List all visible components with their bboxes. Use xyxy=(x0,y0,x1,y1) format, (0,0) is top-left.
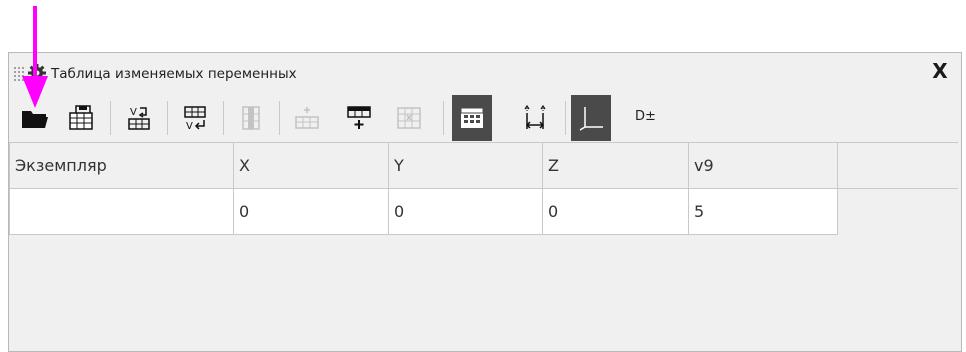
panel-title-bar[interactable]: Таблица изменяемых переменных X xyxy=(9,53,961,95)
open-folder-icon xyxy=(22,111,48,128)
gear-icon xyxy=(28,64,46,82)
open-file-button[interactable] xyxy=(15,95,55,141)
header-cell-v9[interactable]: v9 xyxy=(688,142,838,189)
delete-row-icon xyxy=(397,107,421,129)
add-row-icon xyxy=(295,107,319,129)
variables-table-area: Экземпляр X Y Z v9 0 0 0 5 xyxy=(9,142,961,351)
dimension-button[interactable] xyxy=(515,95,555,141)
variables-table-panel: Таблица изменяемых переменных X V V D± Э… xyxy=(8,52,962,352)
columns-button[interactable] xyxy=(231,95,271,141)
insert-row-button[interactable] xyxy=(339,95,379,141)
add-row-button[interactable] xyxy=(287,95,327,141)
insert-row-icon xyxy=(347,106,371,129)
table-view-icon xyxy=(460,107,484,128)
delete-row-button[interactable] xyxy=(389,95,429,141)
svg-text:V: V xyxy=(130,107,137,118)
import-variables-icon: V xyxy=(128,107,150,130)
save-table-icon xyxy=(69,105,93,130)
header-cell-y[interactable]: Y xyxy=(388,142,543,189)
drag-grip-icon[interactable] xyxy=(13,66,25,82)
svg-text:V: V xyxy=(186,121,193,131)
save-table-button[interactable] xyxy=(61,95,101,141)
cell-y[interactable]: 0 xyxy=(388,188,543,235)
header-cell-x[interactable]: X xyxy=(233,142,389,189)
import-variables-button[interactable]: V xyxy=(119,95,159,141)
close-button[interactable]: X xyxy=(929,60,951,82)
table-header-row: Экземпляр X Y Z v9 xyxy=(9,142,958,189)
cell-instance[interactable] xyxy=(9,188,234,235)
cell-z[interactable]: 0 xyxy=(542,188,689,235)
panel-title: Таблица изменяемых переменных xyxy=(51,66,297,82)
dimension-icon xyxy=(524,105,546,129)
axes-toggle[interactable] xyxy=(571,95,611,141)
row-filler xyxy=(837,188,958,235)
table-view-toggle[interactable] xyxy=(452,95,492,141)
header-cell-z[interactable]: Z xyxy=(542,142,689,189)
cell-x[interactable]: 0 xyxy=(233,188,389,235)
header-cell-instance[interactable]: Экземпляр xyxy=(9,142,234,189)
export-variables-icon: V xyxy=(184,106,206,131)
table-row: 0 0 0 5 xyxy=(9,188,958,235)
axes-icon xyxy=(579,107,603,131)
tolerance-button[interactable]: D± xyxy=(635,109,656,124)
header-filler xyxy=(837,142,958,189)
export-variables-button[interactable]: V xyxy=(175,95,215,141)
columns-icon xyxy=(242,106,260,130)
cell-v9[interactable]: 5 xyxy=(688,188,838,235)
toolbar: V V D± xyxy=(9,95,961,141)
variables-table: Экземпляр X Y Z v9 0 0 0 5 xyxy=(9,142,958,235)
